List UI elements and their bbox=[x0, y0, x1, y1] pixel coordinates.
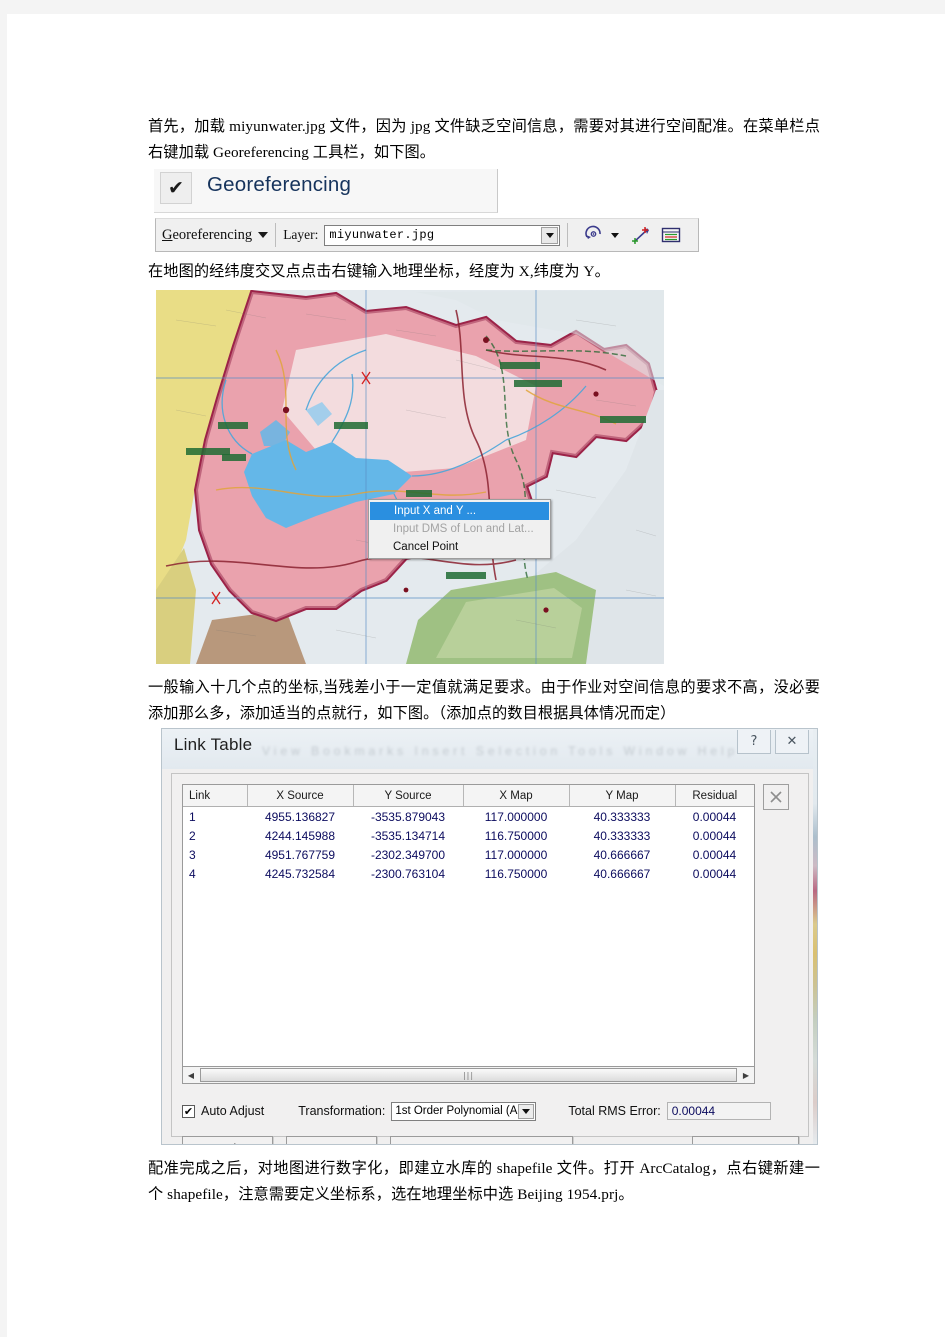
georeferencing-menu-label: Georeferencing bbox=[207, 173, 352, 196]
cell-y-map: 40.333333 bbox=[593, 828, 651, 843]
link-table-window: View Bookmarks Insert Selection Tools Wi… bbox=[161, 728, 818, 1145]
cell-x-source: 4955.136827 bbox=[264, 809, 336, 824]
transformation-select[interactable]: 1st Order Polynomial (A bbox=[391, 1101, 537, 1121]
chevron-down-icon[interactable] bbox=[258, 232, 269, 239]
column-header-y-map[interactable]: Y Map bbox=[569, 785, 676, 807]
georeference-rotate-icon[interactable] bbox=[583, 225, 605, 245]
chevron-down-icon[interactable] bbox=[609, 229, 621, 241]
cell-link: 4 bbox=[189, 866, 196, 881]
table-row[interactable]: 3 4951.767759 -2302.349700 117.000000 40… bbox=[183, 845, 754, 864]
cell-y-map: 40.666667 bbox=[593, 847, 651, 862]
scroll-left-arrow-icon[interactable]: ◀ bbox=[183, 1068, 199, 1083]
cell-y-source: -3535.879043 bbox=[370, 809, 446, 824]
cell-y-map: 40.333333 bbox=[593, 809, 651, 824]
context-menu-item-input-xy[interactable]: Input X and Y ... bbox=[370, 502, 549, 520]
transformation-label: Transformation: bbox=[298, 1104, 386, 1118]
link-table-title: Link Table bbox=[174, 735, 253, 754]
table-row[interactable]: 1 4955.136827 -3535.879043 117.000000 40… bbox=[183, 807, 754, 827]
map-screenshot-figure: Input X and Y ... Input DMS of Lon and L… bbox=[156, 290, 664, 664]
cell-x-source: 4245.732584 bbox=[264, 866, 336, 881]
add-control-points-icon[interactable] bbox=[631, 225, 653, 245]
table-row[interactable]: 4 4245.732584 -2300.763104 116.750000 40… bbox=[183, 864, 754, 883]
cell-y-map: 40.666667 bbox=[593, 866, 651, 881]
georeferencing-menu-item[interactable]: ✔ Georeferencing bbox=[154, 169, 498, 213]
document-page: 首先，加载 miyunwater.jpg 文件，因为 jpg 文件缺乏空间信息，… bbox=[7, 14, 945, 1337]
save-button[interactable]: Save... bbox=[286, 1136, 377, 1144]
context-menu-item-cancel-point[interactable]: Cancel Point bbox=[369, 538, 550, 556]
cell-x-map: 116.750000 bbox=[484, 828, 548, 843]
column-header-y-source[interactable]: Y Source bbox=[353, 785, 464, 807]
link-table-options-row: ✔ Auto Adjust Transformation: 1st Order … bbox=[182, 1098, 789, 1124]
link-table-grid[interactable]: Link X Source Y Source X Map Y Map Resid… bbox=[182, 784, 755, 1067]
help-icon[interactable]: ? bbox=[737, 730, 771, 754]
link-table-body: Link X Source Y Source X Map Y Map Resid… bbox=[171, 773, 809, 1144]
cell-x-map: 116.750000 bbox=[484, 866, 548, 881]
column-header-x-source[interactable]: X Source bbox=[247, 785, 354, 807]
cell-link: 2 bbox=[189, 828, 196, 843]
map-edge-artifact bbox=[813, 729, 817, 1144]
cell-residual: 0.00044 bbox=[692, 866, 737, 881]
context-menu-item-input-dms: Input DMS of Lon and Lat... bbox=[393, 523, 534, 535]
close-icon[interactable]: ✕ bbox=[775, 730, 809, 754]
ok-button[interactable]: OK bbox=[692, 1136, 799, 1144]
cell-link: 1 bbox=[189, 809, 196, 824]
cell-x-map: 117.000000 bbox=[484, 847, 548, 862]
paragraph-4: 配准完成之后，对地图进行数字化，即建立水库的 shapefile 文件。打开 A… bbox=[148, 1160, 820, 1203]
paragraph-1: 首先，加载 miyunwater.jpg 文件，因为 jpg 文件缺乏空间信息，… bbox=[148, 118, 820, 161]
layer-select-value: miyunwater.jpg bbox=[329, 228, 435, 242]
scroll-right-arrow-icon[interactable]: ▶ bbox=[738, 1068, 754, 1083]
cell-y-source: -2302.349700 bbox=[370, 847, 446, 862]
layer-select[interactable]: miyunwater.jpg bbox=[324, 224, 561, 246]
cell-residual: 0.00044 bbox=[692, 828, 737, 843]
paragraph-3: 一般输入十几个点的坐标,当残差小于一定值就满足要求。由于作业对空间信息的要求不高… bbox=[148, 679, 820, 722]
column-header-link[interactable]: Link bbox=[183, 785, 248, 807]
table-header-row: Link X Source Y Source X Map Y Map Resid… bbox=[183, 785, 754, 807]
chevron-down-icon[interactable] bbox=[518, 1103, 535, 1119]
link-table-buttons: Load... Save... Restore From Dataset OK bbox=[182, 1136, 799, 1144]
horizontal-scrollbar[interactable]: ◀ ||| ▶ bbox=[182, 1067, 755, 1084]
column-header-x-map[interactable]: X Map bbox=[463, 785, 570, 807]
restore-from-dataset-button: Restore From Dataset bbox=[390, 1136, 573, 1144]
total-rms-error-label: Total RMS Error: bbox=[568, 1104, 661, 1118]
transformation-value: 1st Order Polynomial (A bbox=[395, 1105, 518, 1117]
link-table-titlebar: View Bookmarks Insert Selection Tools Wi… bbox=[162, 729, 817, 769]
toolbar-separator bbox=[567, 223, 569, 247]
paragraph-2: 在地图的经纬度交叉点点击右键输入地理坐标，经度为 X,纬度为 Y。 bbox=[148, 263, 610, 280]
cell-y-source: -2300.763104 bbox=[370, 866, 446, 881]
checkmark-icon[interactable]: ✔ bbox=[160, 172, 192, 204]
view-link-table-icon[interactable] bbox=[661, 226, 681, 244]
cell-link: 3 bbox=[189, 847, 196, 862]
map-image bbox=[156, 290, 664, 664]
cell-x-source: 4244.145988 bbox=[264, 828, 336, 843]
cell-residual: 0.00044 bbox=[692, 809, 737, 824]
table-row[interactable]: 2 4244.145988 -3535.134714 116.750000 40… bbox=[183, 826, 754, 845]
chevron-down-icon[interactable] bbox=[541, 226, 559, 244]
georeferencing-dropdown-button[interactable]: Georeferencing bbox=[162, 226, 269, 244]
close-icon bbox=[770, 791, 782, 803]
georeferencing-menu-text: eoreferencing bbox=[172, 226, 253, 243]
toolbar-separator bbox=[275, 223, 277, 247]
layer-label: Layer: bbox=[283, 227, 319, 242]
scrollbar-thumb[interactable]: ||| bbox=[200, 1068, 737, 1082]
cell-residual: 0.00044 bbox=[692, 847, 737, 862]
map-context-menu: Input X and Y ... Input DMS of Lon and L… bbox=[368, 499, 551, 559]
delete-link-button[interactable] bbox=[763, 784, 789, 810]
background-menu-bar: View Bookmarks Insert Selection Tools Wi… bbox=[262, 744, 739, 758]
total-rms-error-value: 0.00044 bbox=[666, 1102, 771, 1120]
georeferencing-toolbar: Georeferencing Layer: miyunwater.jpg bbox=[155, 218, 699, 252]
cell-x-map: 117.000000 bbox=[484, 809, 548, 824]
column-header-residual[interactable]: Residual bbox=[675, 785, 754, 807]
auto-adjust-label: Auto Adjust bbox=[201, 1104, 265, 1118]
load-button[interactable]: Load... bbox=[182, 1136, 273, 1144]
auto-adjust-checkbox[interactable]: ✔ bbox=[182, 1104, 195, 1118]
cell-y-source: -3535.134714 bbox=[370, 828, 446, 843]
cell-x-source: 4951.767759 bbox=[264, 847, 336, 862]
georeferencing-menu-mnemonic: G bbox=[162, 226, 173, 243]
